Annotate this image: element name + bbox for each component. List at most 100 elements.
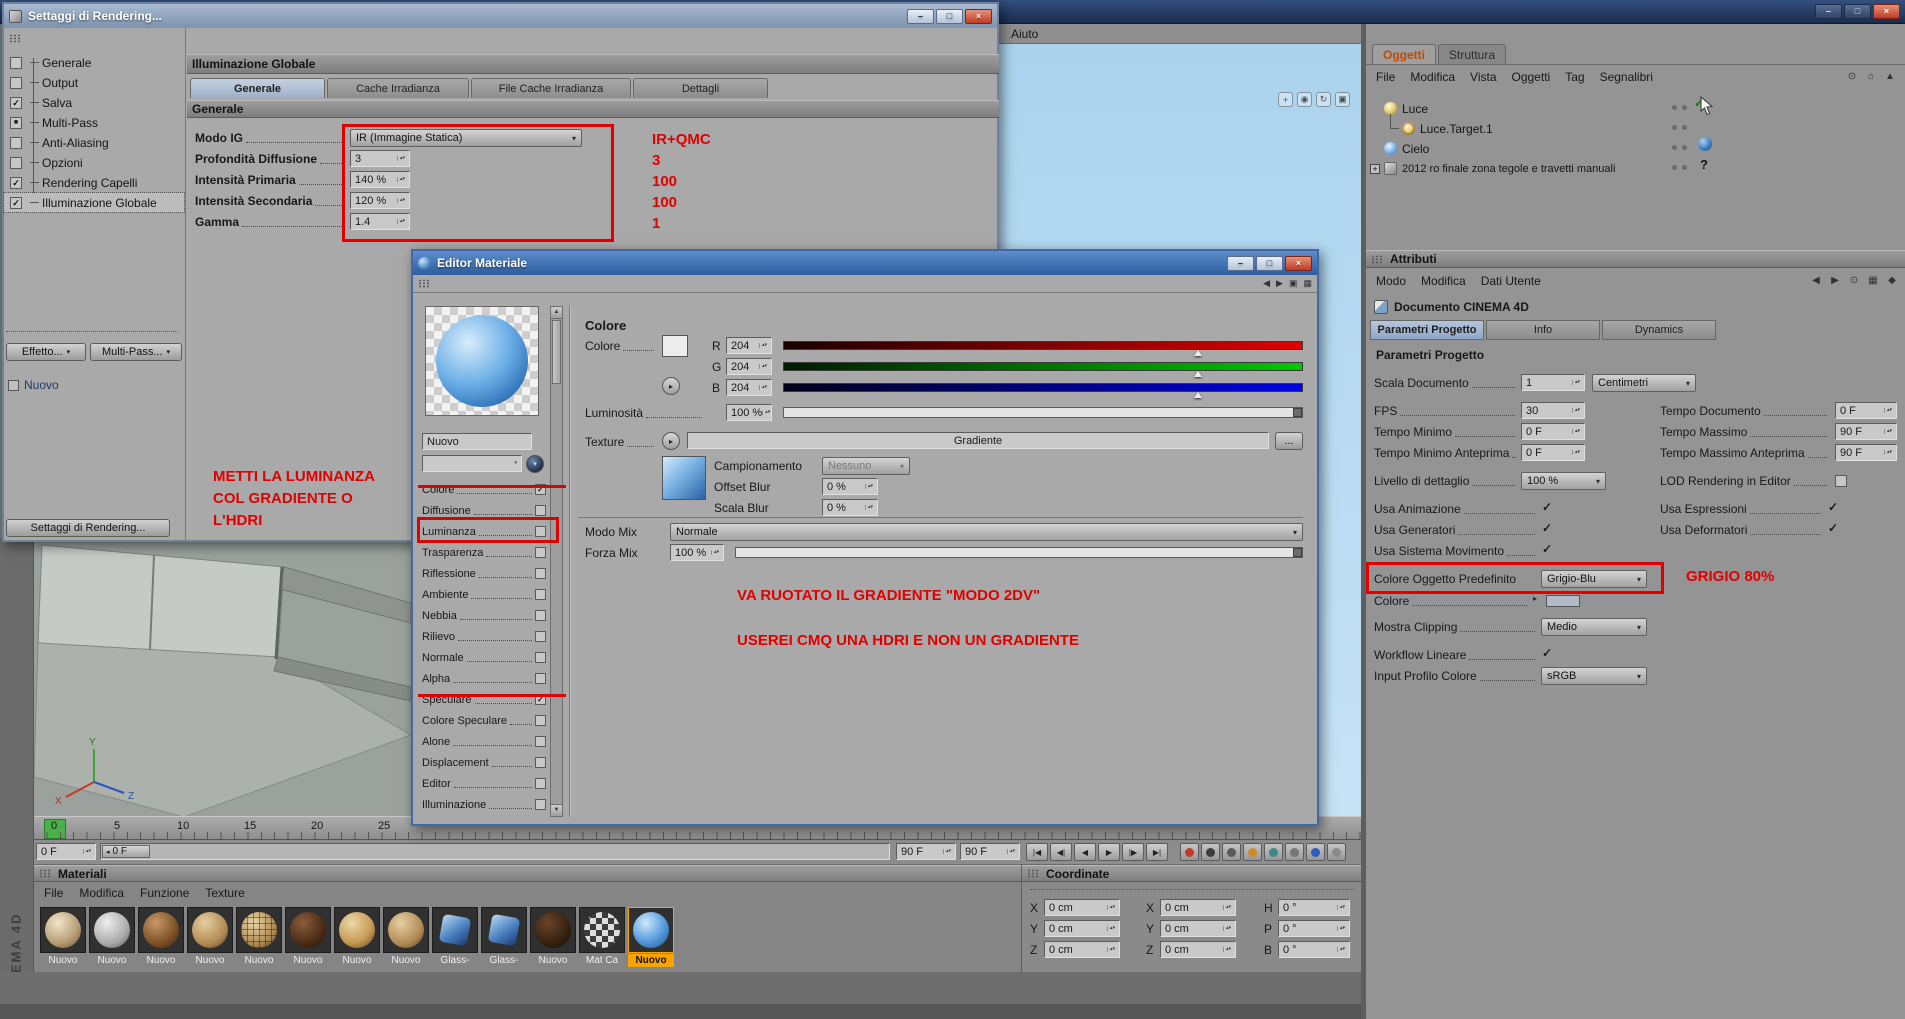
history-back-icon[interactable]: ◀ (1809, 273, 1823, 287)
tab-info[interactable]: Info (1486, 320, 1600, 340)
document-row[interactable]: Documento CINEMA 4D (1374, 298, 1529, 316)
rotation-key-button[interactable] (1285, 843, 1304, 861)
color-swatch[interactable] (662, 335, 688, 357)
scroll-up-icon[interactable]: ▲ (551, 307, 562, 319)
layer-dot[interactable] (1672, 105, 1677, 110)
layer-dot[interactable] (1672, 125, 1677, 130)
checkbox[interactable]: ✓ (10, 96, 22, 109)
sidebar-item-salva[interactable]: ✓ Salva (4, 93, 184, 112)
g-slider[interactable] (783, 362, 1303, 377)
material-label[interactable]: Nuovo (138, 954, 184, 967)
material-thumbnail[interactable] (334, 907, 380, 953)
tree-item-luce-target[interactable]: Luce.Target.1 (1402, 119, 1702, 138)
tempo-massimo-field[interactable]: 90 F ▴▾ (1835, 423, 1897, 440)
usa-sistema-check[interactable]: ✓ (1542, 542, 1552, 556)
material-thumbnail[interactable] (89, 907, 135, 953)
channel-checkbox[interactable] (535, 589, 546, 600)
intensita-secondaria-field[interactable]: 120 % ▴▾ (350, 192, 410, 209)
next-key-button[interactable]: |▶ (1122, 843, 1144, 861)
me-grip-icon[interactable] (418, 279, 431, 288)
panel-grip-icon[interactable] (1371, 254, 1384, 264)
tab-generale[interactable]: Generale (190, 78, 325, 98)
prev-frame-button[interactable]: ◀ (1074, 843, 1096, 861)
sidebar-item-anti-aliasing[interactable]: Anti-Aliasing (4, 133, 184, 152)
sky-material-thumbnail[interactable] (1698, 137, 1712, 151)
rs-close-button[interactable]: × (965, 8, 992, 24)
channel-scrollbar[interactable]: ▲ ▼ (550, 306, 563, 817)
sidebar-item-output[interactable]: Output (4, 73, 184, 92)
shader-ball-button[interactable]: ▾ (526, 455, 544, 473)
scala-documento-field[interactable]: 1 ▴▾ (1521, 374, 1585, 391)
mostra-clipping-dropdown[interactable]: Medio ▾ (1541, 618, 1647, 636)
livello-dettaglio-dropdown[interactable]: 100 % ▾ (1521, 472, 1606, 490)
material-label-selected[interactable]: Nuovo (628, 954, 674, 967)
brightness-slider[interactable] (783, 407, 1303, 418)
slider-handle[interactable] (1293, 408, 1302, 417)
attr-menu-modifica[interactable]: Modifica (1421, 274, 1466, 288)
scroll-thumb[interactable] (552, 320, 561, 384)
material-label[interactable]: Nuovo (285, 954, 331, 967)
up-icon[interactable]: ▲ (1883, 69, 1897, 83)
usa-animazione-check[interactable]: ✓ (1542, 500, 1552, 514)
history-forward-icon[interactable]: ▶ (1828, 273, 1842, 287)
scale-blur-field[interactable]: 0 % ▴▾ (822, 499, 878, 516)
keyframe-selection-button[interactable] (1222, 843, 1241, 861)
channel-checkbox[interactable] (535, 757, 546, 768)
range-end-field[interactable]: 90 F ▴▾ (896, 843, 956, 860)
scroll-down-icon[interactable]: ▼ (551, 804, 562, 816)
sidebar-item-illuminazione-globale[interactable]: ✓ Illuminazione Globale (3, 192, 185, 213)
viewport-rotate-icon[interactable]: ↻ (1316, 92, 1331, 107)
checkbox[interactable] (10, 76, 22, 89)
r-slider[interactable] (783, 341, 1303, 356)
viewport-toggle-icon[interactable]: ▣ (1335, 92, 1350, 107)
material-label[interactable]: Nuovo (334, 954, 380, 967)
channel-checkbox[interactable] (535, 673, 546, 684)
main-maximize-button[interactable]: □ (1844, 4, 1871, 19)
viewport-pan-icon[interactable]: + (1278, 92, 1293, 107)
effetto-button[interactable]: Effetto... ▾ (6, 343, 86, 361)
g-value-field[interactable]: 204 ▴▾ (726, 358, 772, 375)
checkbox[interactable] (10, 156, 22, 169)
channel-alone[interactable]: Alone (422, 732, 546, 751)
layer-dot[interactable] (1672, 165, 1677, 170)
visibility-dot[interactable] (1682, 125, 1687, 130)
size-z-field[interactable]: 0 cm ▴▾ (1160, 941, 1236, 958)
range-slider-handle[interactable]: ◂ 0 F (102, 845, 150, 858)
channel-checkbox[interactable] (535, 736, 546, 747)
channel-checkbox[interactable] (535, 778, 546, 789)
channel-alpha[interactable]: Alpha (422, 669, 546, 688)
material-thumbnail[interactable] (530, 907, 576, 953)
channel-checkbox[interactable] (535, 610, 546, 621)
me-minimize-button[interactable]: – (1227, 255, 1254, 271)
render-settings-button[interactable]: Settaggi di Rendering... (6, 519, 170, 537)
attr-menu-dati-utente[interactable]: Dati Utente (1481, 274, 1541, 288)
channel-editor[interactable]: Editor (422, 774, 546, 793)
om-menu-modifica[interactable]: Modifica (1410, 70, 1455, 84)
checkbox[interactable]: ✓ (10, 176, 22, 189)
expand-rgb-button[interactable]: ▸ (662, 377, 680, 395)
scala-unit-dropdown[interactable]: Centimetri ▾ (1592, 374, 1696, 392)
material-thumbnail[interactable] (40, 907, 86, 953)
goto-start-button[interactable]: |◀ (1026, 843, 1048, 861)
parameter-key-button[interactable] (1306, 843, 1325, 861)
materials-menu-modifica[interactable]: Modifica (79, 886, 124, 900)
texture-field[interactable]: Gradiente (687, 432, 1269, 449)
expand-arrow-icon[interactable]: ▸ (1533, 594, 1537, 603)
slider-marker-icon[interactable] (1194, 350, 1203, 356)
prev-key-button[interactable]: ◀| (1050, 843, 1072, 861)
expand-icon[interactable]: + (1370, 163, 1380, 174)
checkbox[interactable]: ✓ (10, 196, 22, 209)
om-menu-vista[interactable]: Vista (1470, 70, 1496, 84)
tab-oggetti[interactable]: Oggetti (1372, 44, 1436, 64)
channel-nebbia[interactable]: Nebbia (422, 606, 546, 625)
channel-speculare[interactable]: Speculare ✓ (422, 690, 546, 709)
visibility-dot[interactable] (1682, 105, 1687, 110)
material-label[interactable]: Nuovo (530, 954, 576, 967)
material-label[interactable]: Nuovo (383, 954, 429, 967)
grid-icon[interactable]: ▦ (1866, 273, 1880, 287)
om-menu-tag[interactable]: Tag (1565, 70, 1584, 84)
material-thumbnail[interactable] (579, 907, 625, 953)
channel-trasparenza[interactable]: Trasparenza (422, 543, 546, 562)
slider-marker-icon[interactable] (1194, 392, 1203, 398)
channel-checkbox[interactable] (535, 505, 546, 516)
